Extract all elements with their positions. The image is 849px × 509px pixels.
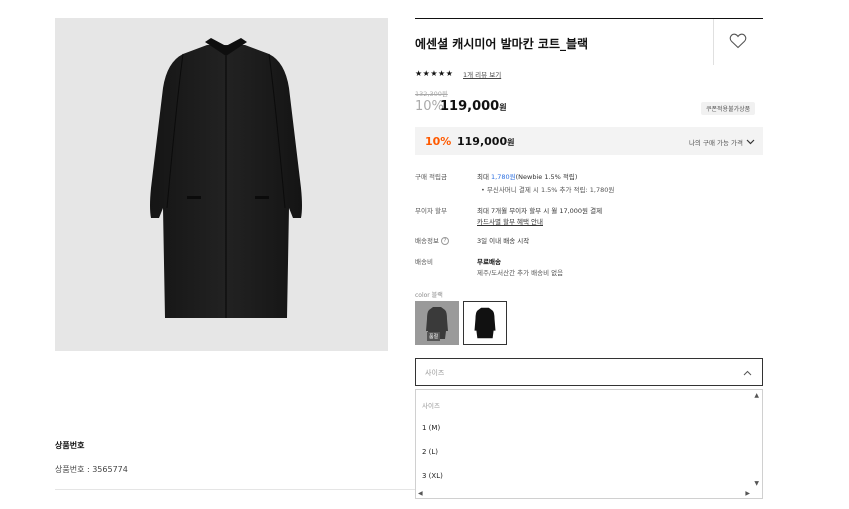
sale-price-unit: 원 xyxy=(499,103,507,112)
fee-sub: 제주/도서산간 추가 배송비 없음 xyxy=(477,269,564,277)
original-price: 132,300원 xyxy=(415,90,448,98)
scroll-down-arrow-icon[interactable]: ▼ xyxy=(754,480,759,487)
installment-text: 최대 7개월 무이자 할부 시 월 17,000원 결제 xyxy=(477,207,603,215)
product-number-title: 상품번호 xyxy=(55,441,85,450)
chevron-down-icon[interactable] xyxy=(746,138,755,147)
color-label: color 블랙 xyxy=(415,292,443,299)
size-option-l[interactable]: 2 (L) xyxy=(422,448,438,456)
delivery-text: 3일 이내 배송 시작 xyxy=(477,237,530,245)
installment-link[interactable]: 카드사별 할부 혜택 안내 xyxy=(477,216,543,226)
my-price-box[interactable]: 10% 119,000원 나의 구매 가능 가격 xyxy=(415,127,763,155)
color-swatch-black[interactable] xyxy=(463,301,507,345)
size-placeholder: 사이즈 xyxy=(425,369,445,377)
soldout-badge: 품절 xyxy=(427,332,441,341)
size-option-m[interactable]: 1 (M) xyxy=(422,424,440,432)
points-suffix: (Newbie 1.5% 적립) xyxy=(515,173,578,181)
points-value: 최대 1,780원(Newbie 1.5% 적립) xyxy=(477,171,577,181)
size-select[interactable]: 사이즈 xyxy=(415,358,763,386)
my-price-unit: 원 xyxy=(507,138,515,147)
chevron-up-icon[interactable] xyxy=(743,369,752,378)
divider xyxy=(55,489,415,490)
points-label: 구매 적립금 xyxy=(415,173,447,181)
question-icon[interactable]: ? xyxy=(440,237,449,245)
divider xyxy=(415,18,763,19)
scroll-left-arrow-icon[interactable]: ◀ xyxy=(418,490,423,497)
delivery-label: 배송정보? xyxy=(415,235,449,245)
fee-title: 무료배송 xyxy=(477,258,501,266)
my-price: 119,000원 xyxy=(457,135,514,148)
my-price-label[interactable]: 나의 구매 가능 가격 xyxy=(689,137,743,147)
coupon-badge: 쿠폰적용불가상품 xyxy=(701,102,756,115)
points-amount: 1,780원 xyxy=(491,173,516,181)
size-option-xl[interactable]: 3 (XL) xyxy=(422,472,443,480)
sale-price-value: 119,000 xyxy=(440,99,500,114)
my-discount-rate: 10% xyxy=(425,135,452,148)
points-sub: • 무신사머니 결제 시 1.5% 추가 적립: 1,780원 xyxy=(481,186,615,194)
rating-stars: ★★★★★ xyxy=(415,69,454,78)
my-price-value: 119,000 xyxy=(457,135,508,148)
review-link[interactable]: 1개 리뷰 보기 xyxy=(463,69,501,79)
points-prefix: 최대 xyxy=(477,173,492,181)
installment-label: 무이자 할부 xyxy=(415,207,447,215)
scroll-right-arrow-icon[interactable]: ▶ xyxy=(745,490,750,497)
product-title: 에센셜 캐시미어 발마칸 코트_블랙 xyxy=(415,37,589,51)
heart-icon[interactable] xyxy=(729,33,747,49)
product-main-image xyxy=(55,18,388,351)
color-swatch-gray[interactable]: 품절 xyxy=(415,301,459,345)
size-option-placeholder[interactable]: 사이즈 xyxy=(422,400,440,410)
fee-label: 배송비 xyxy=(415,258,433,266)
divider xyxy=(713,19,714,65)
delivery-label-text: 배송정보 xyxy=(415,237,439,245)
size-dropdown-list[interactable]: 사이즈 1 (M) 2 (L) 3 (XL) ▲ ▼ ◀ ▶ xyxy=(415,389,763,499)
sale-price: 119,000원 xyxy=(440,99,507,114)
product-number-value: 상품번호 : 3565774 xyxy=(55,465,128,474)
scroll-up-arrow-icon[interactable]: ▲ xyxy=(754,392,759,399)
